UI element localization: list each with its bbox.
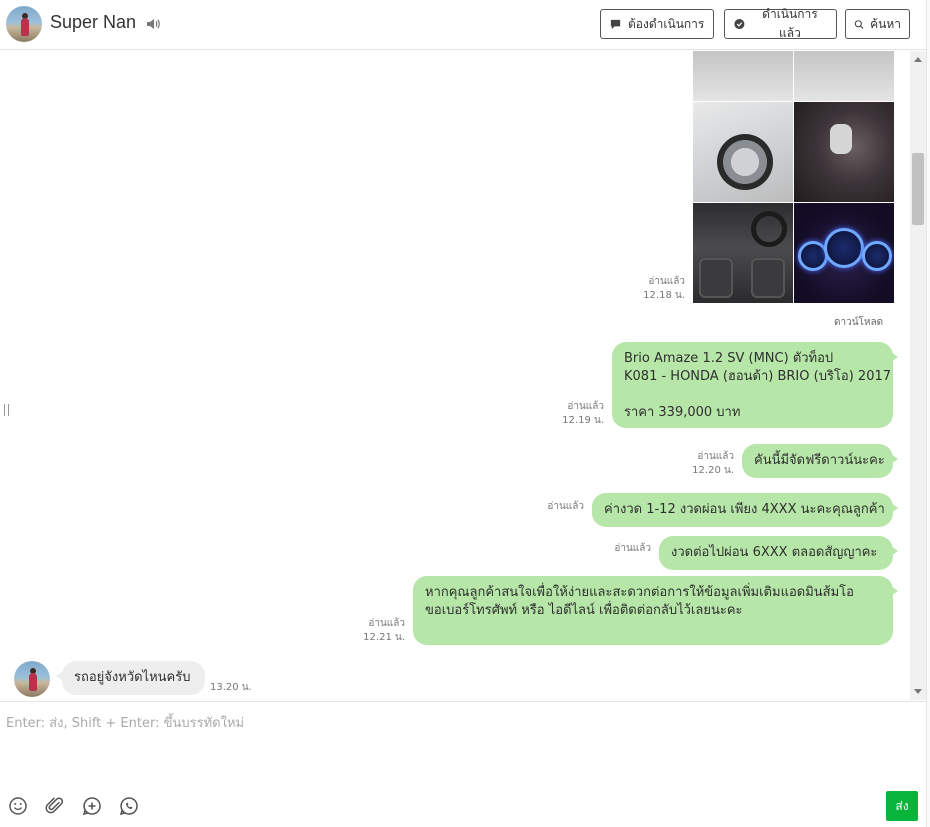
resize-handle[interactable] xyxy=(4,404,9,416)
chat-bubble-icon xyxy=(610,19,621,29)
car-photo-side-2[interactable] xyxy=(794,51,894,101)
read-receipt: อ่านแล้ว xyxy=(648,276,685,287)
window-edge xyxy=(926,0,930,827)
timestamp: 12.20 น. xyxy=(692,465,734,476)
message-line: ขอเบอร์โทรศัพท์ หรือ ไอดีไลน์ เพื่อติดต่… xyxy=(425,603,743,618)
message-line: K081 - HONDA (ฮอนด้า) BRIO (บริโอ) 2017 xyxy=(624,369,892,384)
car-photo-side-1[interactable] xyxy=(693,51,793,101)
message-meta: อ่านแล้ว 12.19 น. xyxy=(540,400,604,428)
chat-scrollbar[interactable] xyxy=(910,51,926,700)
read-receipt: อ่านแล้ว xyxy=(697,451,734,462)
search-label: ค้นหา xyxy=(870,16,901,31)
message-text: รถอยู่จังหวัดไหนครับ xyxy=(74,670,191,685)
chat-window: Super Nan ต้องดำเนินการ ดำเนินการแล้ว ค้… xyxy=(0,0,930,827)
contact-avatar[interactable] xyxy=(6,6,42,42)
message-line: หากคุณลูกค้าสนใจเพื่อให้ง่ายและสะดวกต่อก… xyxy=(425,585,854,600)
car-photo-interior[interactable] xyxy=(693,203,793,303)
photos-meta: อ่านแล้ว 12.18 น. xyxy=(620,275,685,303)
scroll-thumb[interactable] xyxy=(912,153,924,225)
car-photo-dashboard[interactable] xyxy=(794,203,894,303)
attachment-icon[interactable] xyxy=(45,796,65,816)
incoming-timestamp: 13.20 น. xyxy=(210,682,252,693)
scroll-up-arrow[interactable] xyxy=(914,57,922,62)
message-meta: อ่านแล้ว 12.20 น. xyxy=(670,450,734,478)
message-list[interactable]: อ่านแล้ว 12.18 น. ดาวน์โหลด อ่านแล้ว 12.… xyxy=(0,51,910,700)
message-meta: อ่านแล้ว xyxy=(587,542,651,556)
incoming-message[interactable]: รถอยู่จังหวัดไหนครับ xyxy=(56,661,205,695)
outgoing-message[interactable]: งวดต่อไปผ่อน 6XXX ตลอดสัญญาคะ xyxy=(659,536,898,570)
message-text: งวดต่อไปผ่อน 6XXX ตลอดสัญญาคะ xyxy=(671,545,878,560)
message-line: Brio Amaze 1.2 SV (MNC) ตัวท็อป xyxy=(624,351,834,366)
message-text: ค่างวด 1-12 งวดผ่อน เพียง 4XXX นะคะคุณลู… xyxy=(604,502,885,517)
todo-button[interactable]: ต้องดำเนินการ xyxy=(600,9,714,39)
download-link[interactable]: ดาวน์โหลด xyxy=(834,315,883,330)
timestamp: 12.21 น. xyxy=(363,632,405,643)
outgoing-message[interactable]: Brio Amaze 1.2 SV (MNC) ตัวท็อป K081 - H… xyxy=(612,342,898,428)
message-meta: อ่านแล้ว xyxy=(520,500,584,514)
message-input[interactable] xyxy=(6,712,906,772)
sender-avatar[interactable] xyxy=(14,661,50,697)
done-button[interactable]: ดำเนินการแล้ว xyxy=(724,7,837,40)
chat-header: Super Nan ต้องดำเนินการ ดำเนินการแล้ว ค้… xyxy=(0,0,926,50)
check-bubble-icon xyxy=(734,18,745,29)
line-icon[interactable] xyxy=(119,796,139,816)
message-meta: อ่านแล้ว 12.21 น. xyxy=(341,617,405,645)
car-photo-wheel[interactable] xyxy=(693,102,793,202)
car-photo-gear[interactable] xyxy=(794,102,894,202)
read-receipt: อ่านแล้ว xyxy=(567,401,604,412)
contact-name[interactable]: Super Nan xyxy=(50,12,136,33)
timestamp: 12.19 น. xyxy=(562,415,604,426)
read-receipt: อ่านแล้ว xyxy=(368,618,405,629)
message-line: ราคา 339,000 บาท xyxy=(624,405,741,420)
todo-label: ต้องดำเนินการ xyxy=(628,16,705,31)
speaker-icon[interactable] xyxy=(146,17,160,31)
outgoing-message[interactable]: หากคุณลูกค้าสนใจเพื่อให้ง่ายและสะดวกต่อก… xyxy=(413,576,898,645)
search-icon xyxy=(854,19,864,29)
scroll-down-arrow[interactable] xyxy=(914,689,922,694)
timestamp: 12.18 น. xyxy=(643,290,685,301)
add-circle-icon[interactable] xyxy=(82,796,102,816)
send-button[interactable]: ส่ง xyxy=(886,791,918,821)
emoji-icon[interactable] xyxy=(8,796,28,816)
outgoing-message[interactable]: คันนี้มีจัดฟรีดาวน์นะคะ xyxy=(742,444,898,478)
read-receipt: อ่านแล้ว xyxy=(547,501,584,512)
composer: ส่ง xyxy=(0,701,926,827)
outgoing-message[interactable]: ค่างวด 1-12 งวดผ่อน เพียง 4XXX นะคะคุณลู… xyxy=(592,493,898,527)
search-button[interactable]: ค้นหา xyxy=(845,9,910,39)
message-text: คันนี้มีจัดฟรีดาวน์นะคะ xyxy=(754,453,885,468)
done-label: ดำเนินการแล้ว xyxy=(762,7,818,40)
read-receipt: อ่านแล้ว xyxy=(614,543,651,554)
